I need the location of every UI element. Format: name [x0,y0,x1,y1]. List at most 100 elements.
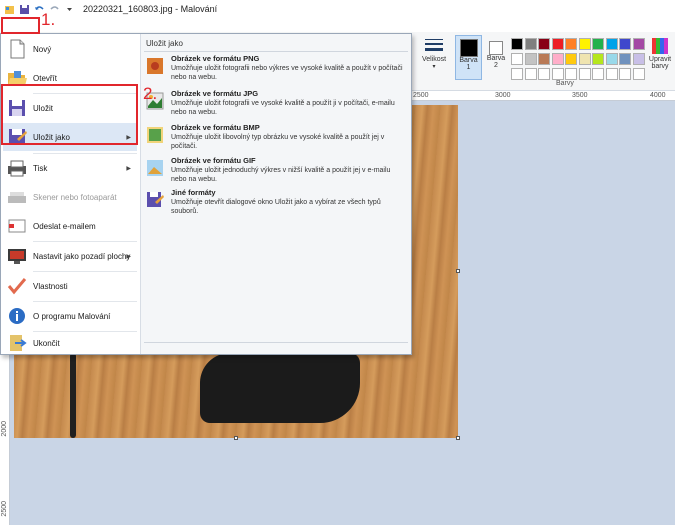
ruler-mark: 2000 [1,421,8,437]
annotation-step-2: 2. [143,84,158,103]
color-swatch[interactable] [632,68,645,80]
color2-swatch [489,41,503,55]
color-swatch[interactable] [619,53,631,65]
email-icon [8,219,26,233]
photo-fan [200,353,360,423]
color-swatch[interactable] [632,53,645,65]
file-menu-commands: Nový Otevřít Uložit Uložit jako ▶ Tisk ▶… [1,34,139,354]
ribbon-tab-bar [0,18,675,32]
color2-button[interactable]: Barva 2 [484,35,508,69]
color-swatch[interactable] [592,53,604,65]
annotation-step-1: 1. [41,10,56,29]
panel-divider [144,342,408,343]
info-icon [9,308,25,324]
color1-button[interactable]: Barva 1 [455,35,482,80]
save-as-other-formats-option[interactable]: Jiné formáty Umožňuje otevřít dialogové … [146,188,408,222]
bmp-image-icon [147,127,163,143]
scanner-icon [8,192,26,203]
save-icon[interactable] [19,4,30,15]
color-swatch[interactable] [538,38,550,50]
menu-item-exit[interactable]: Ukončit [3,332,137,354]
submenu-arrow-icon: ▶ [126,165,131,172]
color2-sub: 2 [494,62,498,69]
color-swatch[interactable] [578,53,591,65]
ruler-mark: 3500 [572,92,588,99]
color-swatch[interactable] [511,38,523,50]
color-swatch[interactable] [565,68,577,80]
annotation-box-save [1,84,138,145]
panel-divider [144,51,408,52]
menu-item-scanner[interactable]: Skener nebo fotoaparát [3,183,137,211]
color-swatch[interactable] [524,53,537,65]
color-swatch[interactable] [511,68,523,80]
photo-cable [70,353,76,438]
save-as-panel: Uložit jako Obrázek ve formátu PNG Umožň… [140,34,411,354]
submenu-arrow-icon: ▶ [126,253,131,260]
color-swatch[interactable] [538,68,550,80]
title-bar: 20220321_160803.jpg - Malování [0,0,675,18]
color1-swatch [459,39,478,57]
gif-image-icon [147,160,163,176]
size-button[interactable]: Velikost ▾ [418,36,450,70]
customize-toolbar-icon[interactable] [64,4,75,15]
png-image-icon [147,58,163,74]
annotation-box-file-tab [1,17,40,34]
color-swatch[interactable] [619,38,631,50]
chevron-down-icon: ▾ [432,64,436,70]
edit-colors-sub: barvy [651,63,669,70]
color-swatch[interactable] [565,38,577,50]
menu-item-properties[interactable]: Vlastnosti [3,272,137,300]
color-swatch[interactable] [524,38,537,50]
resize-handle[interactable] [234,436,238,440]
size-icon [425,39,443,51]
checkmark-icon [7,278,27,295]
color-swatch[interactable] [524,68,537,80]
menu-item-new[interactable]: Nový [3,35,137,63]
save-as-heading: Uložit jako [146,39,183,48]
colors-group-label: Barvy [556,80,574,87]
color2-label: Barva [486,55,506,62]
menu-item-print[interactable]: Tisk ▶ [3,154,137,182]
color-swatch[interactable] [551,68,564,80]
edit-colors-label: Upravit [648,56,672,63]
color-swatch[interactable] [565,53,577,65]
save-as-jpg-option[interactable]: Obrázek ve formátu JPG Umožňuje uložit f… [146,89,408,123]
menu-item-email[interactable]: Odeslat e-mailem [3,212,137,240]
color-swatch[interactable] [605,53,618,65]
color-swatch[interactable] [632,38,645,50]
save-as-png-option[interactable]: Obrázek ve formátu PNG Umožňuje uložit f… [146,54,408,88]
save-as-icon [147,192,164,207]
ruler-mark: 3000 [495,92,511,99]
color-swatch[interactable] [578,38,591,50]
size-label: Velikost [421,56,447,63]
color-swatch[interactable] [511,53,523,65]
save-as-bmp-option[interactable]: Obrázek ve formátu BMP Umožňuje uložit l… [146,123,408,157]
resize-handle[interactable] [456,269,460,273]
paint-app-icon [5,5,14,14]
new-file-icon [10,39,25,59]
ruler-mark: 2500 [413,92,429,99]
file-menu: Nový Otevřít Uložit Uložit jako ▶ Tisk ▶… [0,33,412,355]
desktop-icon [8,249,26,264]
color-swatch[interactable] [605,68,618,80]
menu-item-about[interactable]: O programu Malování [3,302,137,330]
color1-label: Barva [459,57,478,64]
printer-icon [8,160,26,177]
color-swatch[interactable] [551,53,564,65]
color-swatch[interactable] [592,68,604,80]
save-as-gif-option[interactable]: Obrázek ve formátu GIF Umožňuje uložit j… [146,156,408,190]
color-swatch[interactable] [605,38,618,50]
color-swatch[interactable] [619,68,631,80]
color-swatch[interactable] [551,38,564,50]
exit-icon [10,335,27,351]
edit-colors-button[interactable]: Upravit barvy [645,36,675,70]
color1-sub: 1 [466,64,471,71]
ruler-mark: 2500 [1,501,8,517]
color-swatch[interactable] [592,38,604,50]
color-wheel-icon [652,38,668,54]
color-swatch[interactable] [578,68,591,80]
menu-item-set-desktop[interactable]: Nastavit jako pozadí plochy ▶ [3,242,137,270]
resize-handle[interactable] [456,436,460,440]
color-swatch[interactable] [538,53,550,65]
window-title: 20220321_160803.jpg - Malování [83,4,218,14]
